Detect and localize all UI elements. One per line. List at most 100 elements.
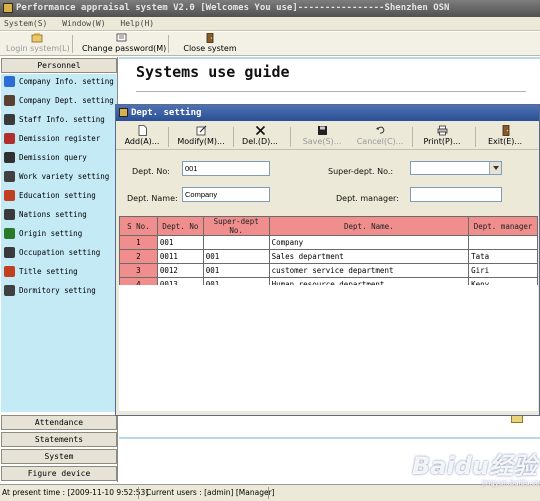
- query-icon: [4, 152, 15, 163]
- sidebar-item-demission-register[interactable]: Demission register: [1, 129, 117, 148]
- menu-window[interactable]: Window(W): [62, 19, 105, 28]
- status-bar: At present time : [2009-11-10 9:52:53] C…: [0, 484, 540, 501]
- sidebar-item-label: Demission register: [19, 134, 101, 143]
- guide-title: Systems use guide: [136, 63, 290, 81]
- col-header-dept-no[interactable]: Dept. No: [156, 216, 204, 236]
- section-attendance[interactable]: Attendance: [1, 415, 117, 430]
- col-header-super-dept-no[interactable]: Super-dept No.: [202, 216, 270, 236]
- cancel-button[interactable]: Cancel(C)...: [351, 125, 409, 149]
- table-row[interactable]: 1 001 Company: [119, 235, 538, 250]
- dept-no-input[interactable]: 001: [182, 161, 270, 176]
- printer-icon: [437, 125, 447, 136]
- save-button[interactable]: Save(S)...: [298, 125, 346, 149]
- cell-super-dept-no: 001: [202, 249, 270, 264]
- super-dept-select[interactable]: [410, 161, 502, 175]
- content-top-border: [119, 57, 540, 59]
- cell-dept-manager: Tata: [468, 249, 538, 264]
- status-present-time: At present time : [2009-11-10 9:52:53]: [2, 488, 149, 497]
- modify-button[interactable]: Modify(M)...: [174, 125, 228, 149]
- cell-dept-name: Sales department: [268, 249, 470, 264]
- cell-sno: 1: [119, 235, 158, 250]
- sidebar-item-label: Origin setting: [19, 229, 83, 238]
- print-button[interactable]: Print(P)...: [419, 125, 465, 149]
- dept-grid: S No. Dept. No Super-dept No. Dept. Name…: [119, 216, 538, 292]
- main-toolbar: Login system(L) Change password(M) Close…: [0, 32, 540, 56]
- window-title: Performance appraisal system V2.0 [Welco…: [16, 3, 450, 13]
- section-personnel[interactable]: Personnel: [1, 58, 117, 73]
- window-title-bar: Performance appraisal system V2.0 [Welco…: [0, 0, 540, 17]
- sidebar-item-label: Nations setting: [19, 210, 87, 219]
- sidebar-item-work-variety-setting[interactable]: Work variety setting: [1, 167, 117, 186]
- table-row[interactable]: 3 0012 001 customer service department G…: [119, 263, 538, 278]
- cell-sno: 2: [119, 249, 158, 264]
- dialog-app-icon: [119, 108, 128, 117]
- status-separator: [268, 487, 269, 499]
- col-header-dept-manager[interactable]: Dept. manager: [468, 216, 538, 236]
- save-disk-icon: [317, 126, 327, 135]
- sidebar-item-origin-setting[interactable]: Origin setting: [1, 224, 117, 243]
- toolbar-separator: [168, 127, 169, 147]
- sidebar-item-label: Title setting: [19, 267, 78, 276]
- toolbar-separator: [168, 35, 169, 53]
- dept-manager-input[interactable]: [410, 187, 502, 202]
- dormitory-icon: [4, 285, 15, 296]
- cell-dept-no: 0011: [156, 249, 204, 264]
- password-icon: [116, 33, 127, 42]
- sidebar-item-label: Education setting: [19, 191, 96, 200]
- baidu-watermark: Baidu经验: [412, 452, 537, 480]
- super-dept-label: Super-dept. No.:: [328, 167, 394, 176]
- dialog-toolbar: Add(A)... Modify(M)... Del.(D)... Save(S…: [116, 122, 539, 150]
- change-password-button[interactable]: Change password(M): [82, 33, 166, 55]
- dept-setting-dialog: Dept. setting Add(A)... Modify(M)... Del…: [115, 104, 540, 416]
- sidebar-item-label: Company Dept. setting: [19, 96, 114, 105]
- cell-dept-no: 0012: [156, 263, 204, 278]
- edit-icon: [196, 125, 206, 136]
- close-system-button[interactable]: Close system: [180, 33, 240, 55]
- dept-name-input[interactable]: Company: [182, 187, 270, 202]
- section-statements[interactable]: Statements: [1, 432, 117, 447]
- cell-super-dept-no: 001: [202, 263, 270, 278]
- left-navigation-panel: Personnel Company Info. setting Company D…: [0, 57, 118, 482]
- sidebar-item-title-setting[interactable]: Title setting: [1, 262, 117, 281]
- nations-icon: [4, 209, 15, 220]
- sidebar-item-staff-info-setting[interactable]: Staff Info. setting: [1, 110, 117, 129]
- sidebar-item-demission-query[interactable]: Demission query: [1, 148, 117, 167]
- table-row[interactable]: 2 0011 001 Sales department Tata: [119, 249, 538, 264]
- dept-name-label: Dept. Name:: [127, 194, 178, 203]
- menu-system[interactable]: System(S): [4, 19, 47, 28]
- origin-icon: [4, 228, 15, 239]
- delete-button[interactable]: Del.(D)...: [236, 125, 284, 149]
- sidebar-item-company-dept-setting[interactable]: Company Dept. setting: [1, 91, 117, 110]
- login-icon: [31, 33, 43, 43]
- sidebar-item-education-setting[interactable]: Education setting: [1, 186, 117, 205]
- toolbar-separator: [412, 127, 413, 147]
- sidebar-item-occupation-setting[interactable]: Occupation setting: [1, 243, 117, 262]
- new-document-icon: [138, 125, 147, 136]
- login-system-button[interactable]: Login system(L): [6, 33, 70, 55]
- add-button[interactable]: Add(A)...: [122, 125, 162, 149]
- sidebar-item-company-info-setting[interactable]: Company Info. setting: [1, 72, 117, 91]
- cell-dept-name: customer service department: [268, 263, 470, 278]
- exit-button[interactable]: Exit(E)...: [483, 125, 527, 149]
- sidebar-item-label: Company Info. setting: [19, 77, 114, 86]
- exit-door-icon: [502, 125, 509, 136]
- sidebar-item-nations-setting[interactable]: Nations setting: [1, 205, 117, 224]
- baidu-watermark-url: jingyan.baidu.com: [482, 479, 540, 487]
- dept-no-label: Dept. No:: [132, 167, 170, 176]
- chevron-down-icon[interactable]: [489, 162, 501, 174]
- grid-empty-area: [119, 285, 538, 411]
- building-icon: [4, 76, 15, 87]
- col-header-dept-name[interactable]: Dept. Name.: [268, 216, 470, 236]
- section-figure-device[interactable]: Figure device: [1, 466, 117, 481]
- cell-dept-name: Company: [268, 235, 470, 250]
- cell-dept-manager: [468, 235, 538, 250]
- person-icon: [4, 114, 15, 125]
- section-system[interactable]: System: [1, 449, 117, 464]
- sidebar-item-label: Work variety setting: [19, 172, 110, 181]
- toolbar-separator: [233, 127, 234, 147]
- cell-super-dept-no: [202, 235, 270, 250]
- menu-help[interactable]: Help(H): [120, 19, 154, 28]
- cell-dept-no: 001: [156, 235, 204, 250]
- col-header-sno[interactable]: S No.: [119, 216, 158, 236]
- sidebar-item-dormitory-setting[interactable]: Dormitory setting: [1, 281, 117, 300]
